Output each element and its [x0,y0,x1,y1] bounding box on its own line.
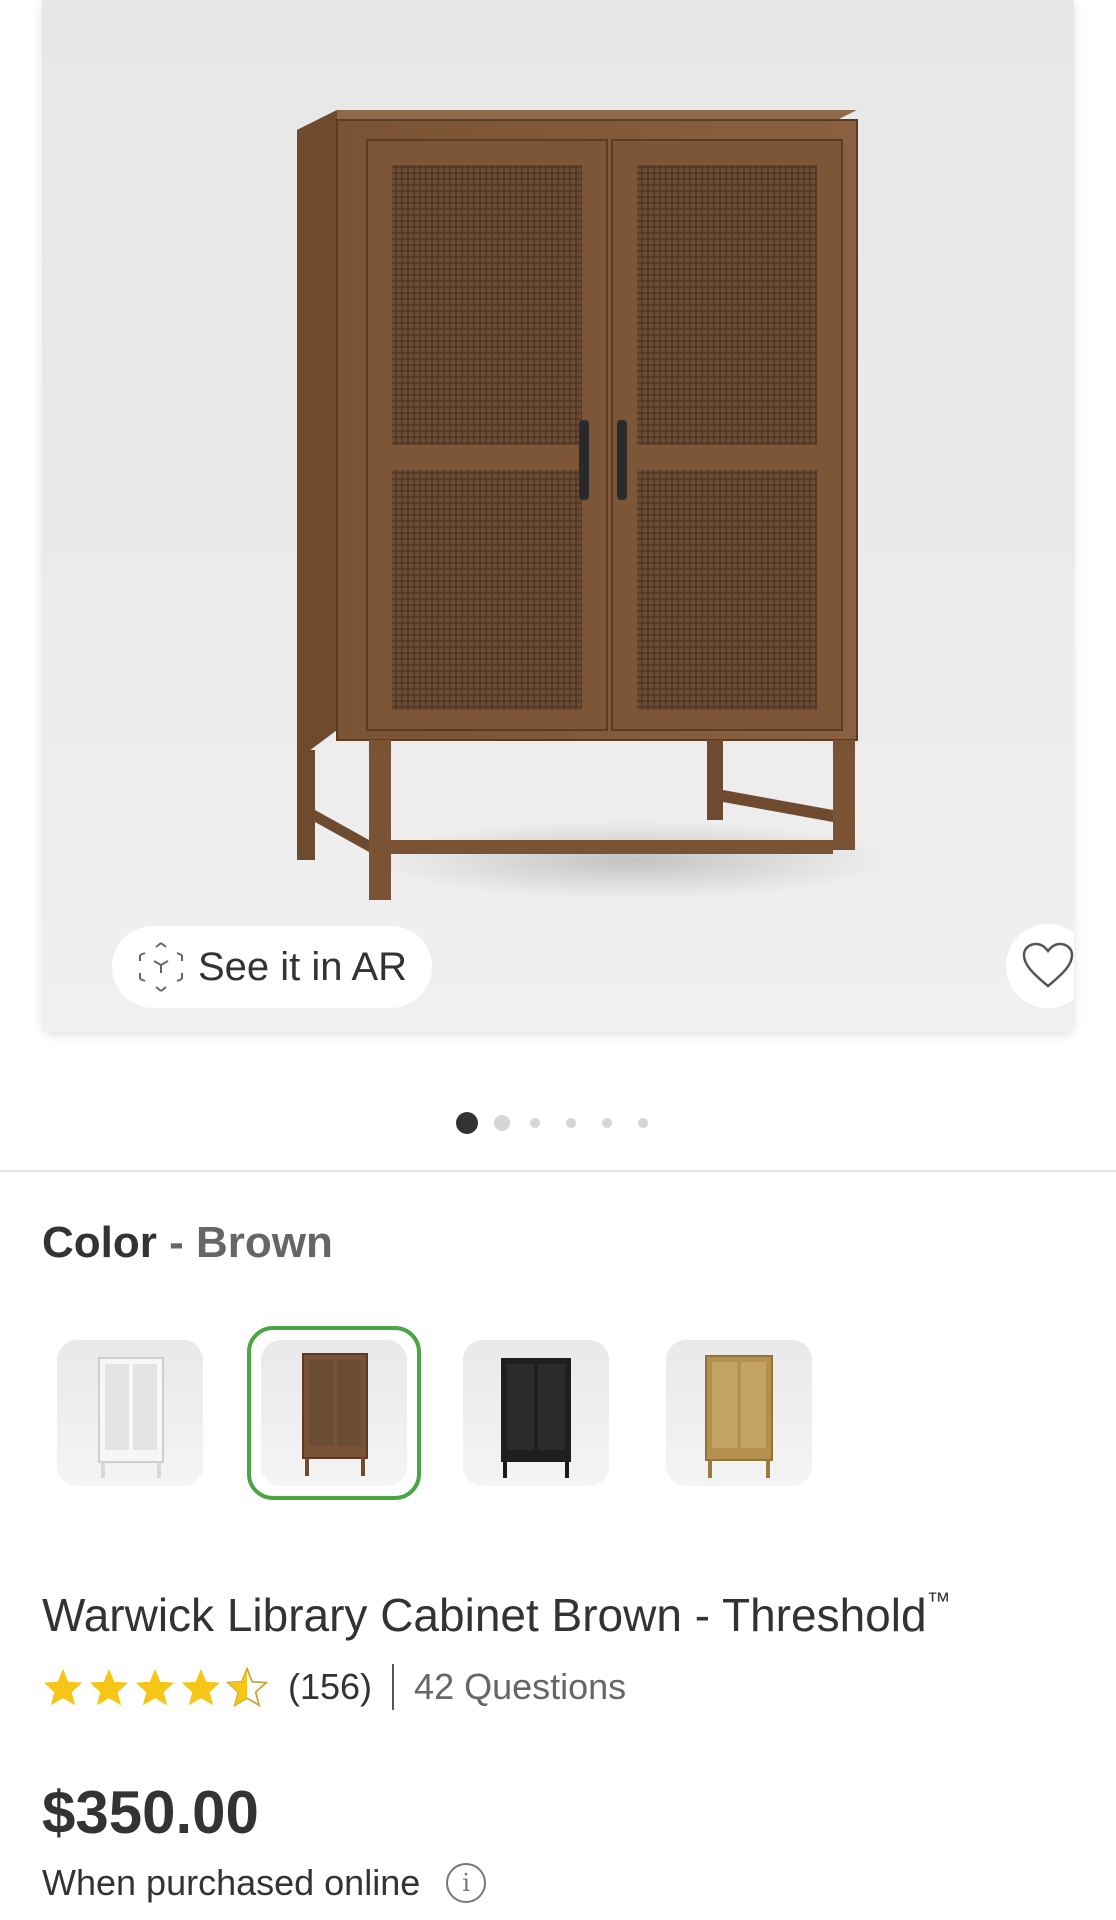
product-image[interactable]: See it in AR [42,0,1074,1032]
cabinet-illustration [297,110,858,900]
star-half-icon [226,1667,268,1707]
star-full-icon [43,1668,83,1706]
carousel-dot[interactable] [602,1118,612,1128]
info-icon[interactable]: i [446,1863,487,1903]
carousel-indicator [456,1112,674,1134]
carousel-dot[interactable] [638,1118,648,1128]
rating-divider [392,1664,395,1710]
star-rating [42,1667,272,1707]
swatch-black[interactable] [463,1340,609,1486]
brown-cabinet-thumbnail [302,1353,368,1476]
product-title-text: Warwick Library Cabinet Brown - Threshol… [42,1589,927,1641]
price: $350.00 [42,1779,259,1846]
carousel-dot[interactable] [456,1112,478,1134]
favorite-button[interactable] [1006,924,1074,1008]
color-separator: - [169,1218,184,1267]
see-in-ar-button[interactable]: See it in AR [112,926,432,1008]
color-label: Color [42,1218,157,1267]
carousel-dot[interactable] [494,1115,510,1131]
natural-cabinet-thumbnail [705,1355,773,1478]
heart-icon [1022,942,1074,988]
star-full-icon [135,1668,175,1706]
black-cabinet-thumbnail [501,1358,571,1478]
see-in-ar-label: See it in AR [198,944,408,989]
star-full-icon [181,1668,221,1706]
review-count[interactable]: (156) [288,1666,372,1708]
carousel-dot[interactable] [566,1118,576,1128]
swatch-brown[interactable] [261,1340,407,1486]
trademark-symbol: ™ [926,1588,951,1615]
product-title: Warwick Library Cabinet Brown - Threshol… [42,1588,951,1642]
price-note-text: When purchased online [42,1862,421,1903]
section-divider [0,1170,1116,1172]
swatch-natural[interactable] [666,1340,812,1486]
price-note: When purchased online i [42,1862,487,1904]
carousel-dot[interactable] [530,1118,540,1128]
selected-color: Brown [196,1218,333,1267]
star-full-icon [89,1668,129,1706]
rating-row[interactable]: (156) 42 Questions [42,1662,626,1712]
ar-cube-icon [139,942,183,992]
swatch-white[interactable] [57,1340,203,1486]
white-cabinet-thumbnail [98,1357,164,1478]
color-heading: Color - Brown [42,1218,333,1268]
questions-link[interactable]: 42 Questions [414,1666,626,1708]
